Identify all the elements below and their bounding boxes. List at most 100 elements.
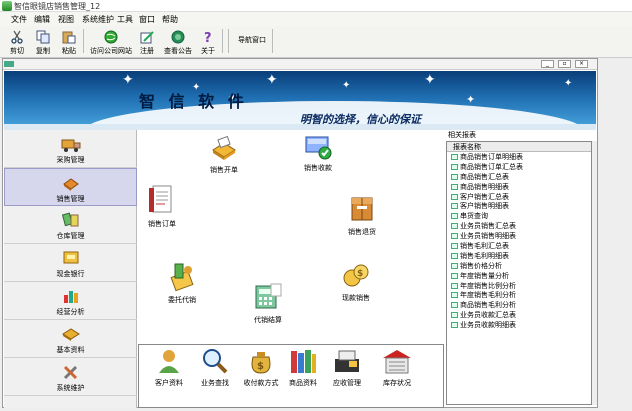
report-item[interactable]: 业务员收款明细表 bbox=[447, 320, 591, 330]
sales-return-icon bbox=[351, 197, 373, 221]
books-icon bbox=[291, 350, 316, 373]
sales-receipt-button[interactable]: 销售收款 bbox=[298, 134, 338, 173]
report-list-scrollbar[interactable] bbox=[592, 141, 597, 405]
menu-window[interactable]: 窗口 bbox=[139, 14, 155, 25]
report-item[interactable]: 商品销售毛利分析 bbox=[447, 300, 591, 310]
report-item[interactable]: 业务员收款汇总表 bbox=[447, 310, 591, 320]
consignment-button[interactable]: 委托代销 bbox=[162, 260, 202, 305]
report-item[interactable]: 串货查询 bbox=[447, 211, 591, 221]
sales-billing-label: 销售开单 bbox=[210, 166, 238, 174]
product-data-label: 商品资料 bbox=[289, 379, 317, 387]
sales-return-button[interactable]: 销售退货 bbox=[342, 192, 382, 237]
about-button[interactable]: ? 关于 bbox=[194, 30, 222, 56]
minimize-button[interactable]: _ bbox=[541, 60, 554, 68]
report-item[interactable]: 商品销售订单汇总表 bbox=[447, 162, 591, 172]
sales-receipt-icon bbox=[305, 136, 332, 160]
consign-settle-button[interactable]: 代销结算 bbox=[248, 280, 288, 325]
menu-help[interactable]: 帮助 bbox=[162, 14, 178, 25]
sidebar-item-label: 现金银行 bbox=[56, 270, 85, 278]
view-notice-button[interactable]: 查看公告 bbox=[160, 30, 196, 56]
menu-system[interactable]: 系统维护 bbox=[82, 14, 114, 25]
report-item[interactable]: 年度销售量分析 bbox=[447, 271, 591, 281]
report-item[interactable]: 商品销售明细表 bbox=[447, 182, 591, 192]
report-item[interactable]: 商品销售订单明细表 bbox=[447, 152, 591, 162]
menu-file[interactable]: 文件 bbox=[11, 14, 27, 25]
sidebar-item-analysis[interactable]: 经营分析 bbox=[4, 282, 137, 320]
help-icon: ? bbox=[204, 31, 212, 44]
quick-access-bar: 客户资料 业务查找 $ 收付款方式 商品资料 应收管理 库存状况 bbox=[138, 344, 444, 408]
register-icon bbox=[140, 31, 154, 44]
business-search-label: 业务查找 bbox=[201, 379, 229, 387]
report-item[interactable]: 销售价格分析 bbox=[447, 261, 591, 271]
report-icon bbox=[451, 252, 458, 259]
banner-title: 智 信 软 件 bbox=[139, 92, 248, 111]
inventory-status-label: 库存状况 bbox=[383, 379, 411, 387]
sidebar-item-label: 经营分析 bbox=[56, 308, 85, 316]
report-item[interactable]: 销售毛利汇总表 bbox=[447, 241, 591, 251]
visit-website-button[interactable]: 访问公司网站 bbox=[89, 30, 133, 56]
star-decoration: ✦ bbox=[424, 72, 436, 88]
sales-return-label: 销售退货 bbox=[348, 228, 376, 236]
report-icon bbox=[451, 213, 458, 220]
copy-label: 复制 bbox=[36, 47, 50, 55]
report-icon bbox=[451, 193, 458, 200]
star-decoration: ✦ bbox=[342, 80, 351, 91]
payment-method-button[interactable]: $ 收付款方式 bbox=[239, 347, 283, 388]
copy-button[interactable]: 复制 bbox=[29, 30, 57, 56]
related-reports-title: 相关报表 bbox=[448, 131, 476, 139]
report-item[interactable]: 客户销售汇总表 bbox=[447, 192, 591, 202]
report-icon bbox=[451, 173, 458, 180]
toolbar-separator bbox=[222, 29, 223, 53]
report-icon bbox=[451, 272, 458, 279]
sidebar-item-system[interactable]: 系统维护 bbox=[4, 358, 137, 396]
close-button[interactable]: × bbox=[575, 60, 588, 68]
inventory-status-button[interactable]: 库存状况 bbox=[377, 347, 417, 388]
sales-order-button[interactable]: 销售订单 bbox=[142, 184, 182, 229]
paste-button[interactable]: 粘贴 bbox=[55, 30, 83, 56]
toolbar: 剪切 复制 粘贴 访问公司网站 注册 查看公告 ? 关于 导航窗口 bbox=[0, 26, 632, 58]
sidebar-item-cash-bank[interactable]: 现金银行 bbox=[4, 244, 137, 282]
business-search-button[interactable]: 业务查找 bbox=[195, 347, 235, 388]
report-item[interactable]: 商品销售汇总表 bbox=[447, 172, 591, 182]
cut-label: 剪切 bbox=[10, 47, 24, 55]
sidebar-item-sales[interactable]: 销售管理 bbox=[4, 168, 137, 206]
payment-method-label: 收付款方式 bbox=[243, 379, 279, 387]
report-item[interactable]: 销售毛利明细表 bbox=[447, 251, 591, 261]
report-item[interactable]: 客户销售明细表 bbox=[447, 201, 591, 211]
warehouse-icon bbox=[61, 212, 78, 227]
cash-sales-button[interactable]: $ 现款销售 bbox=[336, 258, 376, 303]
toolbar-separator bbox=[272, 29, 273, 53]
report-item[interactable]: 年度销售比例分析 bbox=[447, 281, 591, 291]
report-item[interactable]: 业务员销售汇总表 bbox=[447, 221, 591, 231]
restore-button[interactable]: ▫ bbox=[558, 60, 571, 68]
report-icon bbox=[451, 233, 458, 240]
toolbar-separator bbox=[83, 29, 84, 53]
banner-slogan: 明智的选择，信心的保证 bbox=[300, 113, 421, 126]
report-list[interactable]: 报表名称 商品销售订单明细表 商品销售订单汇总表 商品销售汇总表 商品销售明细表… bbox=[446, 141, 592, 405]
receivable-management-label: 应收管理 bbox=[333, 379, 361, 387]
navigation-window-button[interactable]: 导航窗口 bbox=[233, 35, 271, 45]
register-machine-icon bbox=[335, 350, 359, 372]
menu-view[interactable]: 视图 bbox=[58, 14, 74, 25]
sidebar-item-purchase[interactable]: 采购管理 bbox=[4, 130, 137, 168]
report-item[interactable]: 业务员销售明细表 bbox=[447, 231, 591, 241]
receivable-management-button[interactable]: 应收管理 bbox=[327, 347, 367, 388]
menu-edit[interactable]: 编辑 bbox=[34, 14, 50, 25]
sidebar-item-basic-data[interactable]: 基本资料 bbox=[4, 320, 137, 358]
calculator-icon bbox=[255, 283, 282, 309]
cash-sales-icon: $ bbox=[343, 264, 369, 287]
sales-billing-button[interactable]: 销售开单 bbox=[204, 136, 244, 175]
customer-data-button[interactable]: 客户资料 bbox=[149, 347, 189, 388]
navigation-window-label: 导航窗口 bbox=[238, 36, 266, 44]
customer-icon bbox=[159, 350, 179, 373]
menu-tools[interactable]: 工具 bbox=[117, 14, 133, 25]
app-title: 智信眼镜店销售管理_12 bbox=[14, 2, 101, 11]
report-list-header[interactable]: 报表名称 bbox=[447, 142, 591, 152]
app-title-bar: 智信眼镜店销售管理_12 bbox=[0, 0, 632, 12]
cut-button[interactable]: 剪切 bbox=[3, 30, 31, 56]
report-item[interactable]: 年度销售毛利分析 bbox=[447, 290, 591, 300]
sidebar-item-warehouse[interactable]: 仓库管理 bbox=[4, 206, 137, 244]
report-icon bbox=[451, 223, 458, 230]
product-data-button[interactable]: 商品资料 bbox=[283, 347, 323, 388]
register-button[interactable]: 注册 bbox=[133, 30, 161, 56]
